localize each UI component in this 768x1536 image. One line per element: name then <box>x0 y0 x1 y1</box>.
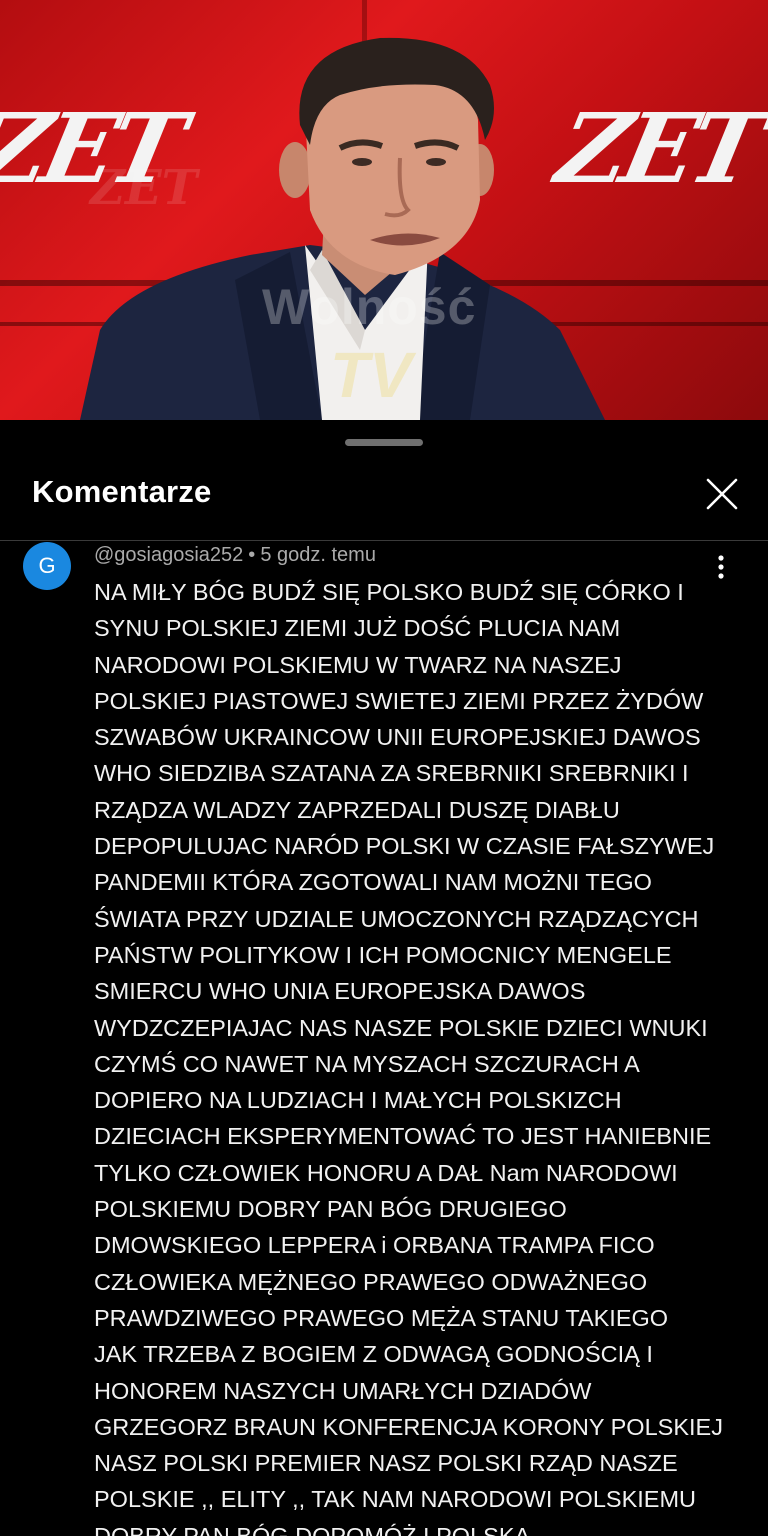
comment-text-line: NARODOWI POLSKIEMU W TWARZ NA NASZEJ <box>94 651 622 678</box>
comment-text-line: ŚWIATA PRZY UDZIALE UMOCZONYCH RZĄDZĄCYC… <box>94 905 699 932</box>
comment-time: 5 godz. temu <box>260 544 376 566</box>
comment-text-line: CZYMŚ CO NAWET NA MYSZACH SZCZURACH A <box>94 1050 640 1077</box>
comment-text-line: WYDZCZEPIAJAC NAS NASZE POLSKIE DZIECI W… <box>94 1014 708 1041</box>
comment-text-line: POLSKIEJ PIASTOWEJ SWIETEJ ZIEMI PRZEZ Ż… <box>94 687 704 714</box>
comment-text-line: HONOREM NASZYCH UMARŁYCH DZIADÓW <box>94 1377 592 1404</box>
comment-text-line: DOBRY PAN BÓG DOPOMÓŻ I POLSKA <box>94 1522 531 1536</box>
comment-author[interactable]: @gosiagosia252 <box>94 544 243 566</box>
comment-text-line: DZIECIACH EKSPERYMENTOWAĆ TO JEST HANIEB… <box>94 1123 712 1150</box>
avatar[interactable]: G <box>23 542 71 590</box>
comment-text: NA MIŁY BÓG BUDŹ SIĘ POLSKO BUDŹ SIĘ CÓR… <box>94 574 724 1536</box>
comment-text-line: DMOWSKIEGO LEPPERA i ORBANA TRAMPA FICO <box>94 1232 655 1259</box>
comment-text-line: GRZEGORZ BRAUN KONFERENCJA KORONY POLSKI… <box>94 1413 723 1440</box>
comment-text-line: WHO SIEDZIBA SZATANA ZA SREBRNIKI SREBRN… <box>94 760 689 787</box>
sheet-drag-handle[interactable] <box>345 439 423 446</box>
comment-text-line: PRAWDZIWEGO PRAWEGO MĘŻA STANU TAKIEGO <box>94 1304 669 1331</box>
comments-sheet: Komentarze G @gosiagosia252 • 5 godz. temu… <box>0 420 768 1536</box>
close-button[interactable] <box>700 472 744 516</box>
comment-text-line: PAŃSTW POLITYKOW I ICH POMOCNICY MENGELE <box>94 941 672 968</box>
comment-text-line: JAK TRZEBA Z BOGIEM Z ODWAGĄ GODNOŚCIĄ I <box>94 1341 653 1368</box>
comment-meta: @gosiagosia252 • 5 godz. temu <box>94 544 376 567</box>
comment-text-line: RZĄDZA WLADZY ZAPRZEDALI DUSZĘ DIABŁU <box>94 796 620 823</box>
video-player[interactable]: ZET ZET ZET Wolność TV <box>0 0 768 420</box>
comment-text-line: DEPOPULUJAC NARÓD POLSKI W CZASIE FAŁSZY… <box>94 833 715 860</box>
comment-text-line: CZŁOWIEKA MĘŻNEGO PRAWEGO ODWAŻNEGO <box>94 1268 648 1295</box>
meta-separator: • <box>248 544 256 566</box>
comment-text-line: POLSKIE ,, ELITY ,, TAK NAM NARODOWI POL… <box>94 1486 697 1513</box>
close-icon <box>706 478 738 510</box>
comment-text-line: PANDEMII KTÓRA ZGOTOWALI NAM MOŻNI TEGO <box>94 869 652 896</box>
channel-watermark: Wolność <box>262 279 477 335</box>
comment-text-line: NA MIŁY BÓG BUDŹ SIĘ POLSKO BUDŹ SIĘ CÓR… <box>94 579 684 605</box>
sheet-divider <box>0 540 768 541</box>
comment-text-line: SYNU POLSKIEJ ZIEMI JUŻ DOŚĆ PLUCIA NAM <box>94 615 621 642</box>
comment-text-line: NASZ POLSKI PREMIER NASZ POLSKI RZĄD NAS… <box>94 1450 678 1477</box>
comment-text-line: SZWABÓW UKRAINCOW UNII EUROPEJSKIEJ DAWO… <box>94 724 701 751</box>
comment-text-line: SMIERCU WHO UNIA EUROPEJSKA DAWOS <box>94 978 586 1005</box>
channel-watermark-tv-icon: TV <box>330 339 412 411</box>
comment-text-line: TYLKO CZŁOWIEK HONORU A DAŁ Nam NARODOWI <box>94 1159 678 1186</box>
sheet-title: Komentarze <box>32 474 212 509</box>
comment-text-line: DOPIERO NA LUDZIACH I MAŁYCH POLSKIZCH <box>94 1087 622 1114</box>
comment-text-line: POLSKIEMU DOBRY PAN BÓG DRUGIEGO <box>94 1196 567 1223</box>
